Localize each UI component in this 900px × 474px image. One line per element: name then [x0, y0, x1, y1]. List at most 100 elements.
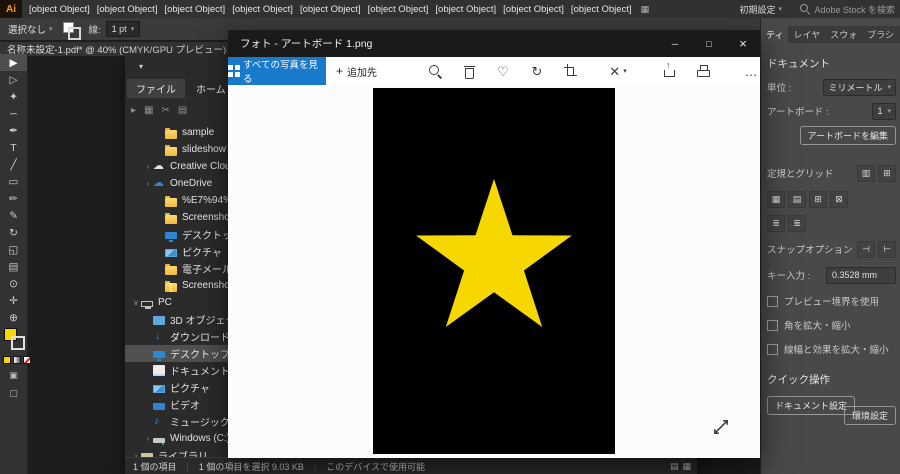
artboard-grid-icon[interactable]: ▤: [788, 191, 806, 208]
selection-tool[interactable]: ▶: [0, 54, 27, 71]
menu-item[interactable]: [object Object]: [300, 4, 361, 15]
checkbox[interactable]: [767, 320, 778, 331]
copy-icon[interactable]: ▦: [144, 105, 153, 116]
stroke-color-swatch[interactable]: [11, 336, 25, 350]
preferences-row: 環境設定: [767, 406, 896, 424]
add-to-button[interactable]: + 追加先: [336, 57, 377, 85]
tree-item-icon: [165, 249, 177, 257]
stock-search[interactable]: Adobe Stock を検索: [800, 0, 895, 18]
pin-quick-access-icon[interactable]: ▸: [131, 105, 136, 116]
draw-mode-icon[interactable]: ▣: [0, 370, 27, 381]
status-separator: |: [314, 461, 316, 471]
panel-tab[interactable]: レイヤ: [788, 26, 825, 43]
pen-tool[interactable]: ✒: [0, 122, 27, 139]
share-icon[interactable]: [654, 58, 684, 84]
screen-mode-icon[interactable]: ▢: [0, 388, 27, 399]
checkbox-row[interactable]: 角を拡大・縮小: [767, 316, 896, 334]
paste-remembers-layers-icon[interactable]: ≣: [788, 215, 806, 232]
color-mode-icon[interactable]: [3, 356, 11, 364]
edit-draw-icon[interactable]: ✕ ▾: [600, 58, 636, 84]
preferences-button[interactable]: 環境設定: [844, 406, 896, 425]
pencil-tool[interactable]: ✎: [0, 207, 27, 224]
panel-tab[interactable]: ティ: [761, 26, 788, 43]
transparency-grid-icon[interactable]: ▦: [767, 191, 785, 208]
scale-tool[interactable]: ◱: [0, 241, 27, 258]
rectangle-tool[interactable]: ▭: [0, 173, 27, 190]
hand-tool[interactable]: ✛: [0, 292, 27, 309]
unit-dropdown[interactable]: ミリメートル ▾: [823, 79, 896, 96]
maximize-button[interactable]: □: [692, 30, 726, 57]
snap-to-point-icon[interactable]: ⊣: [857, 241, 875, 258]
checkbox-row[interactable]: プレビュー境界を使用: [767, 292, 896, 310]
fullscreen-expand-icon[interactable]: [712, 418, 730, 436]
checkbox[interactable]: [767, 344, 778, 355]
menu-item[interactable]: [object Object]: [368, 4, 429, 15]
line-segment-tool[interactable]: ╱: [0, 156, 27, 173]
close-button[interactable]: ×: [726, 30, 760, 57]
menu-item[interactable]: [object Object]: [571, 4, 632, 15]
minimize-button[interactable]: ─: [658, 30, 692, 57]
expand-chevron-icon[interactable]: ›: [143, 179, 153, 188]
lasso-tool[interactable]: ∽: [0, 105, 27, 122]
menu-item[interactable]: [object Object]: [164, 4, 225, 15]
photos-titlebar[interactable]: フォト - アートボード 1.png ─□×: [228, 30, 760, 57]
search-placeholder: Adobe Stock を検索: [814, 3, 895, 16]
menu-item[interactable]: [object Object]: [97, 4, 158, 15]
menu-item[interactable]: [object Object]: [29, 4, 90, 15]
menu-item[interactable]: [object Object]: [503, 4, 564, 15]
ribbon-tab[interactable]: ファイル: [127, 79, 185, 98]
see-all-photos-button[interactable]: すべての写真を見る: [228, 57, 326, 85]
print-icon[interactable]: [688, 58, 718, 84]
paintbrush-tool[interactable]: ✏: [0, 190, 27, 207]
expand-chevron-icon[interactable]: ›: [143, 434, 153, 443]
tree-item-label: sample: [182, 127, 214, 138]
edit-artboard-button[interactable]: アートボードを編集: [800, 126, 896, 145]
photos-toolbar: すべての写真を見る + 追加先 ♡: [228, 57, 760, 86]
expand-chevron-icon[interactable]: ∨: [131, 298, 141, 307]
magic-wand-tool[interactable]: ✦: [0, 88, 27, 105]
selection-status[interactable]: 選択なし ▾: [8, 22, 53, 36]
more-icon[interactable]: …: [736, 58, 766, 84]
fill-stroke-swatches[interactable]: [63, 21, 79, 37]
rotate-tool[interactable]: ↻: [0, 224, 27, 241]
expand-chevron-icon[interactable]: ›: [143, 162, 153, 171]
chevron-down-icon[interactable]: ▾: [139, 62, 143, 71]
type-tool[interactable]: T: [0, 139, 27, 156]
paste-options-icon[interactable]: ≣: [767, 215, 785, 232]
show-rulers-icon[interactable]: ▥: [857, 165, 875, 182]
snap-to-glyph-icon[interactable]: ⊢: [878, 241, 896, 258]
gradient-mode-icon[interactable]: [13, 356, 21, 364]
tree-item-icon: [153, 403, 165, 410]
workspace-switcher[interactable]: 初期設定 ▾: [739, 0, 782, 18]
tree-item-icon: [165, 266, 177, 275]
zoom-tool[interactable]: ⊕: [0, 309, 27, 326]
key-input-field[interactable]: 0.3528 mm: [826, 267, 896, 284]
stroke-weight-dropdown[interactable]: 1 pt ▾: [106, 21, 141, 37]
menu-item[interactable]: [object Object]: [232, 4, 293, 15]
panel-tab[interactable]: ブラシ: [862, 26, 899, 43]
stroke-swatch[interactable]: [68, 27, 81, 40]
snap-grid-icon[interactable]: ⊞: [809, 191, 827, 208]
checkbox-row[interactable]: 線幅と効果を拡大・縮小: [767, 340, 896, 358]
delete-icon[interactable]: [454, 58, 484, 84]
thumbnail-view-icon[interactable]: ▦: [682, 461, 691, 472]
artboard-dropdown[interactable]: 1 ▾: [872, 103, 896, 120]
favorite-icon[interactable]: ♡: [488, 58, 518, 84]
menu-item[interactable]: [object Object]: [435, 4, 496, 15]
none-mode-icon[interactable]: [23, 356, 31, 364]
photo-image[interactable]: [373, 88, 615, 454]
gradient-tool[interactable]: ▤: [0, 258, 27, 275]
paste-icon[interactable]: ▤: [178, 105, 187, 116]
zoom-icon[interactable]: [420, 58, 450, 84]
panel-tab[interactable]: スウォ: [825, 26, 862, 43]
cut-icon[interactable]: ✂: [161, 105, 169, 116]
crop-icon[interactable]: [556, 58, 586, 84]
show-grid-icon[interactable]: ⊞: [878, 165, 896, 182]
arrange-documents-icon[interactable]: ▦: [641, 4, 650, 15]
checkbox[interactable]: [767, 296, 778, 307]
snap-pixel-icon[interactable]: ⊠: [830, 191, 848, 208]
rotate-icon[interactable]: ↻: [522, 58, 552, 84]
details-view-icon[interactable]: ▤: [670, 461, 679, 472]
eyedropper-tool[interactable]: ⊙: [0, 275, 27, 292]
direct-selection-tool[interactable]: ▷: [0, 71, 27, 88]
